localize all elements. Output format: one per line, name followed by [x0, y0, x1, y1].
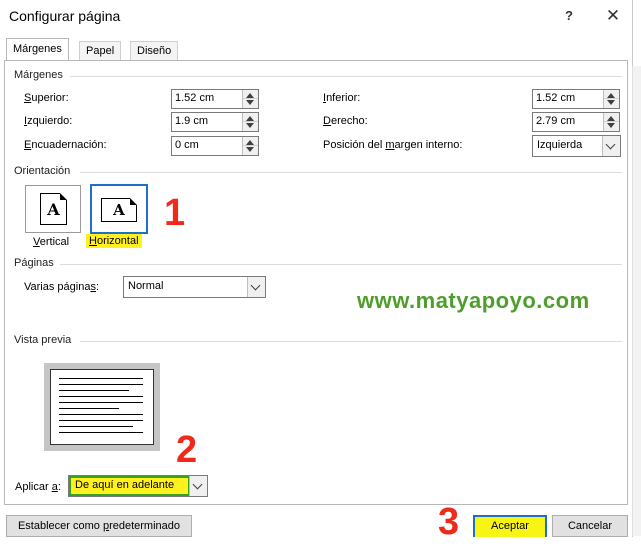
spin-down-icon[interactable]: [246, 147, 254, 152]
preview-area: [44, 363, 160, 451]
multiple-pages-value[interactable]: Normal: [128, 280, 163, 292]
preview-text-line: [59, 408, 119, 409]
dropdown-button[interactable]: [189, 476, 207, 496]
right-margin-value[interactable]: 2.79 cm: [536, 115, 575, 127]
landscape-page-icon: A: [101, 198, 137, 222]
set-default-button[interactable]: Establecer como predeterminado: [6, 515, 192, 537]
pages-section-title: Páginas: [14, 257, 54, 269]
tab-paper[interactable]: Papel: [79, 41, 122, 60]
ok-button[interactable]: Aceptar: [473, 515, 547, 539]
orientation-section-title: Orientación: [14, 165, 71, 177]
margins-divider: [70, 76, 622, 77]
bottom-margin-value[interactable]: 1.52 cm: [536, 92, 575, 104]
preview-text-line: [59, 414, 143, 415]
annotation-step-2: 2: [176, 429, 198, 471]
top-margin-spinner[interactable]: 1.52 cm: [171, 89, 259, 109]
tab-layout[interactable]: Diseño: [130, 41, 179, 60]
background-scrollbar[interactable]: [632, 66, 641, 536]
preview-divider: [80, 341, 622, 342]
gutter-value[interactable]: 0 cm: [175, 139, 199, 151]
preview-text-line: [59, 432, 143, 433]
spin-down-icon[interactable]: [246, 123, 254, 128]
cancel-button[interactable]: Cancelar: [552, 515, 628, 537]
annotation-step-1: 1: [164, 192, 186, 234]
bottom-margin-label: Inferior:: [323, 92, 361, 104]
spin-down-icon[interactable]: [607, 123, 615, 128]
landscape-label[interactable]: Horizontal: [86, 234, 142, 248]
pages-divider: [60, 264, 622, 265]
page-setup-dialog: Configurar página ? ✕ Márgenes Papel Dis…: [0, 0, 633, 544]
preview-text-line: [59, 426, 133, 427]
dropdown-button[interactable]: [602, 136, 620, 156]
preview-text-line: [59, 396, 143, 397]
gutter-label: Encuadernación:: [24, 139, 107, 151]
spin-arrows[interactable]: [242, 90, 258, 108]
orientation-divider: [80, 172, 622, 173]
spin-arrows[interactable]: [603, 90, 619, 108]
preview-text-line: [59, 384, 143, 385]
spin-arrows[interactable]: [242, 137, 258, 155]
right-margin-spinner[interactable]: 2.79 cm: [532, 112, 620, 132]
left-margin-label: Izquierdo:: [24, 115, 73, 127]
margins-section-title: Márgenes: [14, 69, 63, 81]
tab-margins[interactable]: Márgenes: [6, 38, 69, 60]
background-document: [195, 537, 641, 550]
preview-section-title: Vista previa: [14, 334, 72, 346]
left-margin-spinner[interactable]: 1.9 cm: [171, 112, 259, 132]
portrait-page-icon: A: [40, 193, 67, 225]
annotation-step-3: 3: [438, 501, 460, 543]
gutter-position-label: Posición del margen interno:: [323, 139, 463, 151]
preview-text-line: [59, 402, 143, 403]
top-margin-value[interactable]: 1.52 cm: [175, 92, 214, 104]
portrait-option[interactable]: A: [25, 185, 81, 233]
preview-text-line: [59, 390, 129, 391]
landscape-option[interactable]: A: [90, 184, 148, 234]
dialog-title: Configurar página: [9, 8, 121, 24]
apply-to-value[interactable]: De aquí en adelante: [75, 479, 174, 491]
bottom-margin-spinner[interactable]: 1.52 cm: [532, 89, 620, 109]
gutter-position-select[interactable]: Izquierda: [532, 135, 621, 157]
right-margin-label: Derecho:: [323, 115, 368, 127]
multiple-pages-select[interactable]: Normal: [123, 276, 266, 298]
watermark-url: www.matyapoyo.com: [357, 288, 590, 313]
apply-to-select[interactable]: De aquí en adelante: [68, 475, 208, 497]
chevron-down-icon: [605, 139, 616, 150]
multiple-pages-label: Varias páginas:: [24, 281, 100, 293]
spin-down-icon[interactable]: [607, 100, 615, 105]
left-margin-value[interactable]: 1.9 cm: [175, 115, 208, 127]
title-bar: Configurar página ? ✕: [0, 0, 632, 32]
spin-down-icon[interactable]: [246, 100, 254, 105]
portrait-label[interactable]: Vertical: [33, 236, 69, 248]
close-button[interactable]: ✕: [600, 5, 626, 27]
spin-arrows[interactable]: [242, 113, 258, 131]
tab-strip: Márgenes Papel Diseño: [4, 38, 628, 60]
top-margin-label: Superior:: [24, 92, 69, 104]
gutter-spinner[interactable]: 0 cm: [171, 136, 259, 156]
help-button[interactable]: ?: [556, 5, 582, 27]
gutter-position-value[interactable]: Izquierda: [537, 139, 582, 151]
preview-page: [50, 369, 154, 445]
dropdown-button[interactable]: [247, 277, 265, 297]
preview-text-line: [59, 420, 143, 421]
apply-to-label: Aplicar a:: [15, 481, 61, 493]
preview-text-line: [59, 378, 143, 379]
chevron-down-icon: [250, 280, 261, 291]
spin-arrows[interactable]: [603, 113, 619, 131]
chevron-down-icon: [192, 479, 203, 490]
